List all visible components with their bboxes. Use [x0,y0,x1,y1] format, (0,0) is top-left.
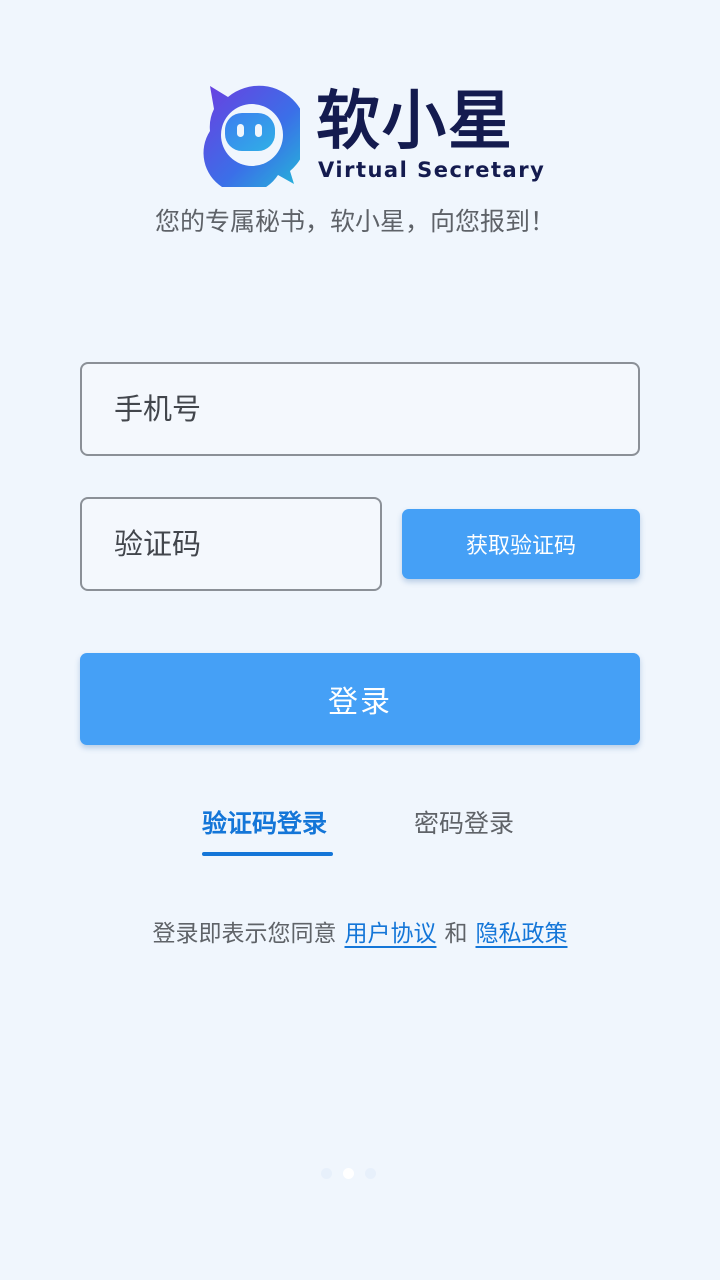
brand-subtitle: Virtual Secretary [318,158,546,182]
page-dot [365,1168,376,1179]
tab-password-login[interactable]: 密码登录 [414,806,514,842]
tab-code-login[interactable]: 验证码登录 [202,806,327,842]
phone-number-input[interactable] [80,362,640,456]
verification-code-input[interactable] [80,497,382,591]
agreement-text: 登录即表示您同意 用户协议和隐私政策 [0,916,720,952]
app-logo-icon [200,83,308,194]
page-dot [343,1168,354,1179]
page-dot [321,1168,332,1179]
login-button[interactable]: 登录 [80,653,640,745]
user-agreement-link[interactable]: 用户协议 [345,921,437,947]
active-tab-indicator [202,852,333,856]
agreement-conjunction: 和 [444,921,468,947]
page-indicator [321,1168,401,1182]
get-verification-code-button[interactable]: 获取验证码 [402,509,640,579]
brand-name: 软小星 [316,85,514,159]
agreement-prefix: 登录即表示您同意 [152,921,337,947]
privacy-policy-link[interactable]: 隐私政策 [476,921,568,947]
tagline: 您的专属秘书，软小星，向您报到！ [154,207,555,236]
